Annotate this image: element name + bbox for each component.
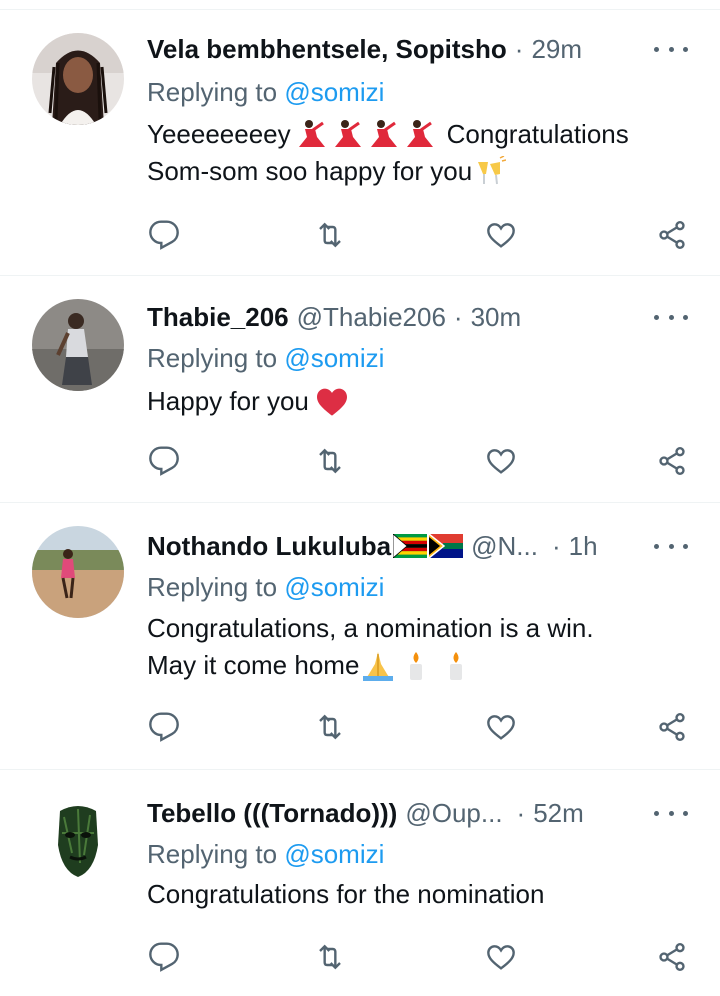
tweet-text: Happy for you	[147, 383, 680, 420]
replying-to-label: Replying to	[147, 572, 278, 602]
clinking-glasses-emoji-icon	[474, 155, 507, 188]
user-handle[interactable]: @N...	[471, 531, 538, 562]
candle-emoji-icon	[445, 650, 467, 682]
tweet-text-line: Yeeeeeeeey	[147, 119, 291, 149]
reply-tweet[interactable]: Thabie_206 @Thabie206 · 30m Replying to …	[0, 277, 720, 503]
mention-link[interactable]: @somizi	[284, 77, 384, 107]
more-icon[interactable]	[654, 803, 688, 823]
praying-hands-emoji-icon	[361, 650, 395, 682]
tweet-text-line: Congratulations, a nomination is a win.	[147, 613, 594, 643]
mention-link[interactable]: @somizi	[284, 572, 384, 602]
replying-to-label: Replying to	[147, 77, 278, 107]
replying-to: Replying to @somizi	[147, 839, 384, 870]
avatar[interactable]	[32, 299, 124, 391]
replying-to: Replying to @somizi	[147, 572, 384, 603]
tweet-text: Congratulations, a nomination is a win. …	[147, 610, 680, 684]
share-icon[interactable]	[652, 441, 692, 481]
tweet-actions	[0, 937, 720, 977]
share-icon[interactable]	[652, 215, 692, 255]
tweet-header: Vela bembhentsele, Sopitsho · 29m	[147, 31, 640, 67]
tweet-text-line: May it come home	[147, 650, 360, 680]
retweet-icon[interactable]	[310, 707, 350, 747]
separator-dot: ·	[453, 301, 463, 332]
candle-emoji-icon	[405, 650, 427, 682]
mention-link[interactable]: @somizi	[284, 839, 384, 869]
avatar[interactable]	[32, 33, 124, 125]
display-name[interactable]: Tebello (((Tornado)))	[147, 798, 397, 829]
avatar[interactable]	[32, 793, 124, 885]
tweet-text-line: Congratulations	[446, 119, 629, 149]
red-heart-emoji-icon	[315, 387, 349, 417]
reply-icon[interactable]	[144, 937, 184, 977]
tweet-text-line: Happy for you	[147, 386, 309, 416]
share-icon[interactable]	[652, 707, 692, 747]
heart-icon[interactable]	[481, 707, 521, 747]
reply-icon[interactable]	[144, 215, 184, 255]
timestamp[interactable]: 1h	[569, 531, 598, 562]
separator-dot: ·	[551, 530, 561, 561]
tweet-header: Tebello (((Tornado))) @Oup... · 52m	[147, 795, 640, 831]
tweet-header: Nothando Lukuluba @N... · 1h	[147, 528, 640, 564]
user-handle[interactable]: @Oup...	[405, 798, 502, 829]
reply-icon[interactable]	[144, 441, 184, 481]
more-icon[interactable]	[654, 39, 688, 59]
retweet-icon[interactable]	[310, 937, 350, 977]
south-africa-flag-icon	[429, 534, 464, 558]
user-handle[interactable]: @Thabie206	[297, 302, 446, 333]
tweet-actions	[0, 441, 720, 481]
display-name[interactable]: Vela bembhentsele, Sopitsho	[147, 34, 507, 65]
tweet-text-line: Congratulations for the nomination	[147, 879, 545, 909]
reply-icon[interactable]	[144, 707, 184, 747]
heart-icon[interactable]	[481, 937, 521, 977]
more-icon[interactable]	[654, 536, 688, 556]
replying-to: Replying to @somizi	[147, 77, 384, 108]
mention-link[interactable]: @somizi	[284, 343, 384, 373]
timestamp[interactable]: 52m	[533, 798, 584, 829]
dancer-emoji-icon	[293, 119, 439, 151]
tweet-text-line: Som-som soo happy for you	[147, 156, 473, 186]
replying-to-label: Replying to	[147, 343, 278, 373]
tweet-text: Yeeeeeeeey Congratulations Som-som soo h…	[147, 116, 680, 190]
reply-tweet[interactable]: Vela bembhentsele, Sopitsho · 29m Replyi…	[0, 11, 720, 276]
display-name[interactable]: Nothando Lukuluba	[147, 531, 391, 562]
reply-tweet[interactable]: Tebello (((Tornado))) @Oup... · 52m Repl…	[0, 771, 720, 996]
avatar[interactable]	[32, 526, 124, 618]
replying-to-label: Replying to	[147, 839, 278, 869]
timestamp[interactable]: 29m	[531, 34, 582, 65]
flag-emoji-icons	[393, 534, 464, 558]
share-icon[interactable]	[652, 937, 692, 977]
replying-to: Replying to @somizi	[147, 343, 384, 374]
timestamp[interactable]: 30m	[471, 302, 522, 333]
zimbabwe-flag-icon	[393, 534, 428, 558]
separator-dot: ·	[514, 33, 524, 64]
display-name[interactable]: Thabie_206	[147, 302, 289, 333]
tweet-header: Thabie_206 @Thabie206 · 30m	[147, 299, 640, 335]
heart-icon[interactable]	[481, 441, 521, 481]
tweet-actions	[0, 215, 720, 255]
more-icon[interactable]	[654, 307, 688, 327]
separator-dot: ·	[516, 797, 526, 828]
reply-tweet[interactable]: Nothando Lukuluba @N... · 1h Replying to…	[0, 504, 720, 770]
retweet-icon[interactable]	[310, 215, 350, 255]
heart-icon[interactable]	[481, 215, 521, 255]
tweet-actions	[0, 707, 720, 747]
top-divider	[0, 0, 720, 10]
tweet-text: Congratulations for the nomination	[147, 876, 680, 913]
retweet-icon[interactable]	[310, 441, 350, 481]
